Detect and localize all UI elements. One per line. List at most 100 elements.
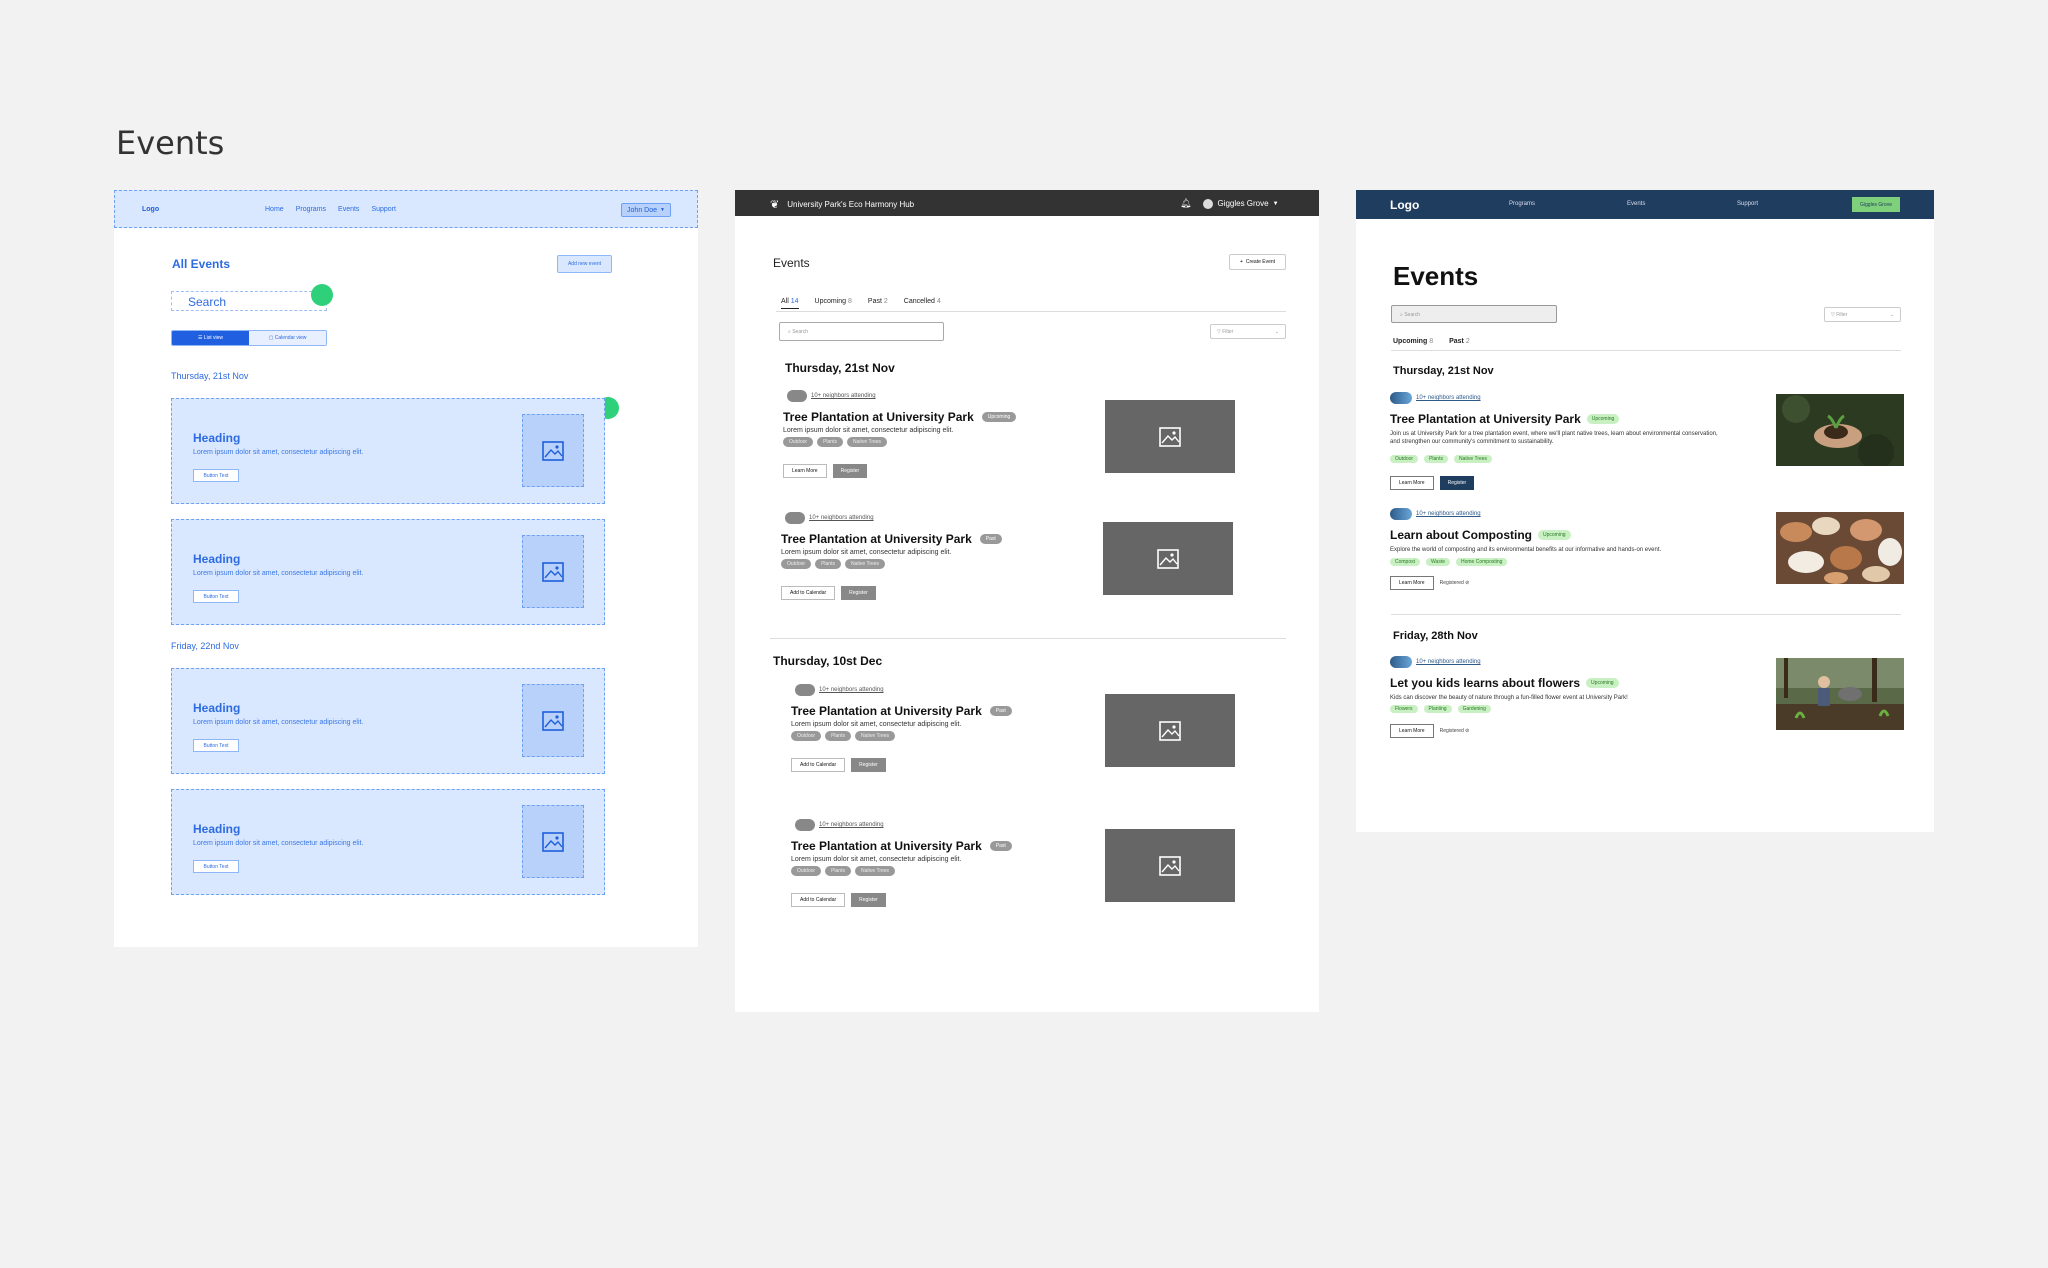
nav-link-programs[interactable]: Programs [296,206,326,213]
register-button[interactable]: Register [851,893,886,907]
tab-bar: Upcoming 8 Past 2 [1393,338,1470,345]
tab-past[interactable]: Past 2 [868,298,888,309]
register-button[interactable]: Register [851,758,886,772]
hifi-frame: Logo Programs Events Support Giggles Gro… [1356,190,1934,832]
card-text: Lorem ipsum dolor sit amet, consectetur … [193,719,364,726]
attendance-link[interactable]: 10+ neighbors attending [795,684,884,696]
user-menu-button[interactable]: John Doe ▼ [621,203,671,217]
event-actions: Learn More Register [1390,476,1475,490]
tag: Plants [825,866,851,876]
bell-icon[interactable]: 🔔︎ [1180,198,1191,209]
event-photo-hands-seedling [1776,394,1904,466]
tag: Waste [1426,558,1450,566]
user-button[interactable]: Giggles Grove [1852,197,1900,212]
top-nav: Logo Programs Events Support Giggles Gro… [1356,190,1934,219]
event-title[interactable]: Tree Plantation at University Park [781,532,972,546]
add-to-calendar-button[interactable]: Add to Calendar [791,893,846,907]
nav-link-home[interactable]: Home [265,206,284,213]
search-input[interactable]: ⌕ Search [779,322,944,341]
divider [776,311,1286,312]
tag-list: Outdoor Plants Native Trees [783,437,888,447]
logo[interactable]: Logo [142,206,159,213]
event-title[interactable]: Learn about Composting [1390,528,1532,542]
wireframe-grey-frame: ❦ University Park's Eco Harmony Hub 🔔︎ G… [735,190,1319,1012]
filter-select[interactable]: ▽ Filter ⌄ [1824,307,1901,322]
event-title[interactable]: Tree Plantation at University Park [791,704,982,718]
learn-more-button[interactable]: Learn More [1390,724,1434,738]
event-title[interactable]: Tree Plantation at University Park [783,410,974,424]
calendar-view-button[interactable]: ▢ Calendar view [249,331,326,345]
date-heading: Friday, 22nd Nov [171,641,239,651]
attendance-link[interactable]: 10+ neighbors attending [787,390,876,402]
event-card: Heading Lorem ipsum dolor sit amet, cons… [171,519,605,625]
event-item: 10+ neighbors attending Tree Plantation … [783,390,1283,500]
learn-more-button[interactable]: Learn More [783,464,827,478]
nav-link-events[interactable]: Events [1627,201,1645,207]
filter-select[interactable]: ▽ Filter ⌄ [1210,324,1286,339]
add-to-calendar-button[interactable]: Add to Calendar [781,586,836,600]
search-placeholder: Search [1404,312,1421,318]
attendance-link[interactable]: 10+ neighbors attending [1390,392,1481,404]
event-description: Lorem ipsum dolor sit amet, consectetur … [791,721,962,728]
register-button[interactable]: Register [1439,476,1475,490]
event-actions: Learn More Registered ⊘ [1390,576,1469,590]
logo[interactable]: Logo [1390,198,1419,212]
card-button[interactable]: Button Text [193,469,239,482]
nav-link-support[interactable]: Support [1737,201,1758,207]
brand-name: University Park's Eco Harmony Hub [787,200,915,209]
event-card: Heading Lorem ipsum dolor sit amet, cons… [171,789,605,895]
learn-more-button[interactable]: Learn More [1390,576,1434,590]
attendance-text: 10+ neighbors attending [811,393,876,399]
tab-upcoming[interactable]: Upcoming 8 [815,298,852,309]
attendance-link[interactable]: 10+ neighbors attending [1390,508,1481,520]
list-view-button[interactable]: ☰ List view [172,331,249,345]
tag: Plants [825,731,851,741]
card-heading: Heading [193,431,241,445]
top-nav: ❦ University Park's Eco Harmony Hub 🔔︎ G… [735,190,1319,216]
tag: Native Trees [846,437,888,447]
image-icon [1157,548,1179,569]
attendance-link[interactable]: 10+ neighbors attending [1390,656,1481,668]
attendance-text: 10+ neighbors attending [809,515,874,521]
tab-label: Upcoming [1393,338,1428,345]
event-actions: Add to Calendar Register [791,758,886,772]
user-menu[interactable]: Giggles Grove ▼ [1203,198,1279,209]
card-button[interactable]: Button Text [193,590,239,603]
chevron-down-icon: ⌄ [1889,312,1894,318]
tag: Native Trees [1453,455,1493,463]
filter-placeholder: Filter [1222,329,1234,335]
add-event-button[interactable]: Add new event [557,255,612,273]
tab-past[interactable]: Past 2 [1449,338,1470,345]
tab-all[interactable]: All 14 [781,298,799,309]
card-button[interactable]: Button Text [193,739,239,752]
image-icon [542,561,564,582]
attendance-link[interactable]: 10+ neighbors attending [785,512,874,524]
event-title[interactable]: Let you kids learns about flowers [1390,676,1580,690]
event-title[interactable]: Tree Plantation at University Park [791,839,982,853]
search-input[interactable]: Search [171,291,327,311]
event-description: Join us at University Park for a tree pl… [1390,431,1718,446]
tab-cancelled[interactable]: Cancelled 4 [904,298,941,309]
search-input[interactable]: ⌕ Search [1391,305,1557,323]
register-button[interactable]: Register [841,586,876,600]
register-button[interactable]: Register [832,464,868,478]
create-event-button[interactable]: + Create Event [1229,254,1286,270]
image-placeholder [522,535,584,608]
add-to-calendar-button[interactable]: Add to Calendar [791,758,846,772]
attendance-text: 10+ neighbors attending [1416,659,1481,665]
event-description: Lorem ipsum dolor sit amet, consectetur … [781,549,952,556]
event-title[interactable]: Tree Plantation at University Park [1390,412,1581,426]
nav-link-programs[interactable]: Programs [1509,201,1535,207]
learn-more-button[interactable]: Learn More [1390,476,1434,490]
nav-link-support[interactable]: Support [371,206,396,213]
card-button[interactable]: Button Text [193,860,239,873]
brand[interactable]: ❦ University Park's Eco Harmony Hub [770,198,914,211]
attendance-link[interactable]: 10+ neighbors attending [795,819,884,831]
tab-upcoming[interactable]: Upcoming 8 [1393,338,1433,345]
comment-marker[interactable] [311,284,333,306]
image-icon [1159,720,1181,741]
nav-link-events[interactable]: Events [338,206,359,213]
chevron-down-icon: ▼ [1272,200,1279,207]
check-circle-icon: ⊘ [1465,580,1470,586]
card-text: Lorem ipsum dolor sit amet, consectetur … [193,840,364,847]
